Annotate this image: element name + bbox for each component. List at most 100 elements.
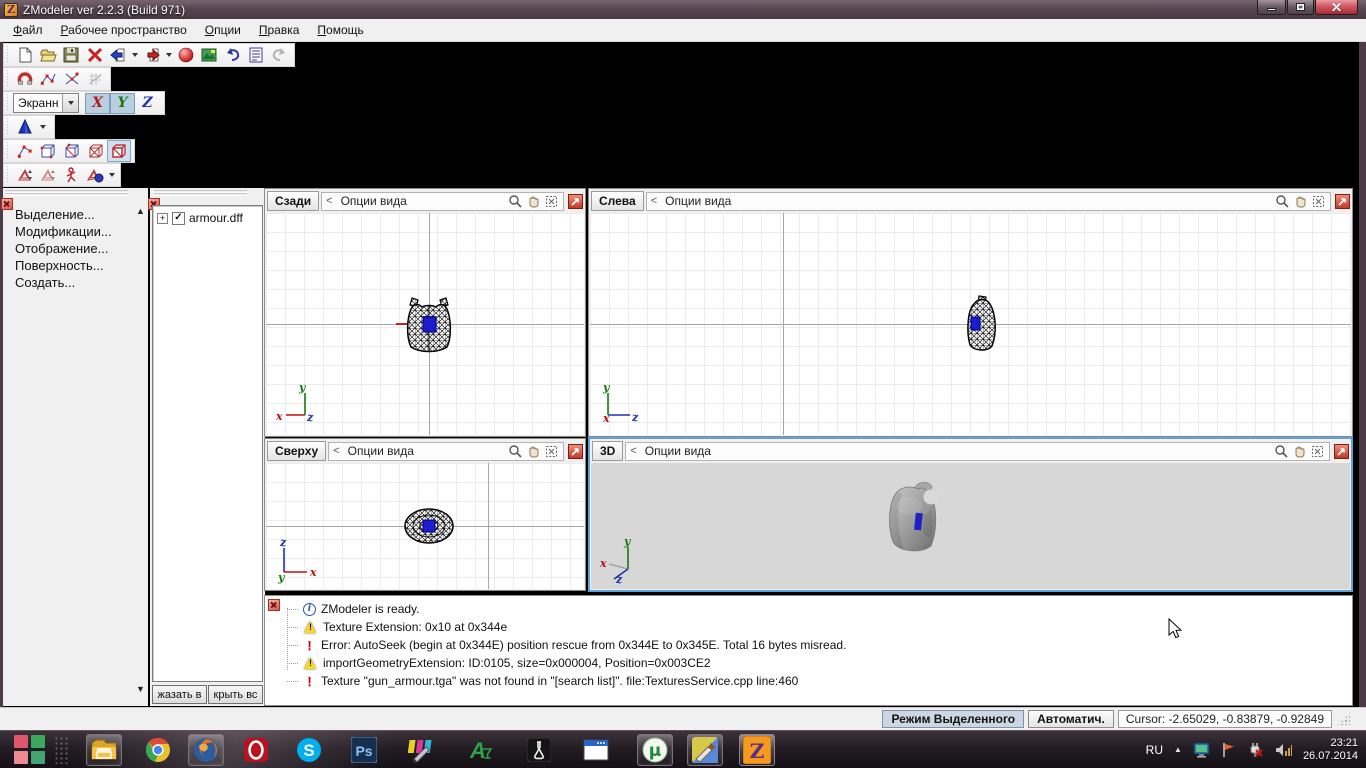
axis-y-button[interactable]: Y: [110, 92, 135, 114]
show-all-button[interactable]: жазать в: [152, 685, 207, 704]
viewport-top-label-button[interactable]: Сверху: [267, 441, 327, 461]
level-object-button[interactable]: [107, 140, 132, 162]
log-row[interactable]: ! Texture "gun_armour.tga" was not found…: [287, 672, 1348, 690]
pan-hand-icon[interactable]: [526, 194, 541, 209]
sidebar-item-create[interactable]: Создать...: [15, 274, 112, 291]
power-plug-icon[interactable]: [1247, 742, 1264, 758]
viewport-left-options-bar[interactable]: < Опции вида: [645, 191, 1331, 211]
taskbar-item-photofiltre[interactable]: [403, 734, 439, 766]
menu-file[interactable]: Файл: [4, 20, 52, 40]
save-button[interactable]: [60, 44, 83, 66]
export-button[interactable]: [140, 44, 163, 66]
taskbar-item-aimp[interactable]: A: [462, 734, 498, 766]
panel-grip[interactable]: [5, 193, 128, 196]
viewport-3d[interactable]: 3D < Опции вида y x z: [588, 437, 1353, 592]
viewport-maximize-button[interactable]: [568, 193, 583, 209]
skeleton-mode-button[interactable]: [60, 164, 83, 186]
select-decrease-button[interactable]: [36, 164, 59, 186]
action-center-flag-icon[interactable]: [1222, 742, 1236, 758]
sidebar-item-surface[interactable]: Поверхность...: [15, 257, 112, 274]
tray-clock[interactable]: 23:21 26.07.2014: [1303, 737, 1358, 763]
toolbar-grip[interactable]: [6, 46, 10, 64]
view-options-label[interactable]: Опции вида: [665, 194, 731, 208]
toolbar-grip[interactable]: [6, 70, 10, 88]
collapse-icon[interactable]: <: [333, 445, 339, 457]
zoom-icon[interactable]: [1275, 194, 1290, 209]
taskbar-item-zmodeler[interactable]: Z: [739, 733, 775, 766]
taskbar-item-explorer[interactable]: [86, 733, 122, 766]
tree-expander-icon[interactable]: +: [157, 212, 168, 224]
import-dropdown[interactable]: [130, 44, 141, 66]
language-indicator[interactable]: RU: [1146, 743, 1163, 757]
zoom-icon[interactable]: [1274, 444, 1289, 459]
level-polygons-button[interactable]: [60, 140, 84, 162]
edges-intersect-button[interactable]: [60, 68, 84, 90]
start-button[interactable]: [14, 734, 46, 765]
viewport-3d-options-bar[interactable]: < Опции вида: [625, 441, 1330, 461]
viewport-maximize-button[interactable]: [1335, 193, 1350, 209]
taskbar-item-skype[interactable]: S: [291, 734, 327, 766]
taskbar-item-photoshop[interactable]: Ps: [346, 734, 382, 766]
viewport-maximize-button[interactable]: [568, 443, 583, 459]
viewport-top-options-bar[interactable]: < Опции вида: [328, 441, 564, 461]
toolbar-grip[interactable]: [6, 94, 10, 112]
menu-edit[interactable]: Правка: [250, 20, 309, 40]
log-row[interactable]: ! Error: AutoSeek (begin at 0x344E) posi…: [287, 636, 1348, 654]
selection-mode-button[interactable]: Режим Выделенного: [882, 710, 1025, 728]
view-options-label[interactable]: Опции вида: [645, 444, 711, 458]
axis-z-button[interactable]: Z: [135, 93, 160, 114]
view-options-label[interactable]: Опции вида: [348, 444, 414, 458]
create-primitive-dropdown[interactable]: [37, 116, 48, 138]
toolbar-grip[interactable]: [6, 142, 10, 160]
bind-pose-button[interactable]: [83, 164, 106, 186]
collapse-icon[interactable]: <: [326, 195, 332, 207]
import-button[interactable]: [106, 44, 129, 66]
viewport-left-canvas[interactable]: y x z: [590, 213, 1351, 435]
fit-view-icon[interactable]: [1311, 194, 1326, 209]
undo-button[interactable]: [221, 44, 244, 66]
log-row[interactable]: i ZModeler is ready.: [287, 600, 1348, 618]
open-file-button[interactable]: [36, 44, 59, 66]
taskbar-item-txd-workshop[interactable]: [687, 733, 723, 766]
scroll-up-icon[interactable]: ▲: [134, 204, 147, 217]
toolbar-grip[interactable]: [6, 166, 10, 184]
viewport-3d-canvas[interactable]: y x z: [591, 463, 1350, 589]
space-combobox[interactable]: Экранн: [13, 93, 79, 113]
menu-options[interactable]: Опции: [196, 20, 250, 40]
selection-dropdown[interactable]: [106, 164, 117, 186]
pan-hand-icon[interactable]: [1293, 194, 1308, 209]
viewport-left[interactable]: Слева < Опции вида y x z: [588, 188, 1353, 437]
log-close-button[interactable]: [268, 599, 280, 611]
pan-hand-icon[interactable]: [1292, 444, 1307, 459]
pan-hand-icon[interactable]: [526, 444, 541, 459]
level-edges-button[interactable]: [37, 140, 61, 162]
material-editor-button[interactable]: [174, 44, 197, 66]
level-vertices-button[interactable]: [13, 140, 37, 162]
tree-checkbox[interactable]: ✓: [172, 211, 185, 225]
vertex-weld-button[interactable]: [36, 68, 60, 90]
axis-x-button[interactable]: X: [85, 92, 110, 114]
grid-snap-button[interactable]: [83, 68, 107, 90]
menu-help[interactable]: Помощь: [308, 20, 372, 40]
tree-row-armour[interactable]: + ✓ armour.dff: [153, 206, 262, 225]
zoom-icon[interactable]: [508, 444, 523, 459]
sidebar-item-selection[interactable]: Выделение...: [15, 206, 112, 223]
fit-view-icon[interactable]: [1310, 444, 1325, 459]
level-mesh-button[interactable]: [84, 140, 108, 162]
taskbar-item-utorrent[interactable]: µ: [637, 733, 673, 766]
scroll-down-icon[interactable]: ▼: [134, 682, 147, 695]
taskbar-item-window-app[interactable]: [578, 734, 614, 766]
fit-view-icon[interactable]: [544, 444, 559, 459]
viewport-back[interactable]: Сзади < Опции вида y x z: [264, 188, 586, 437]
command-panel-close-button[interactable]: [1, 198, 13, 210]
taskbar-item-opera[interactable]: [238, 734, 274, 766]
taskbar-item-chrome[interactable]: [140, 734, 176, 766]
log-row[interactable]: ! Texture Extension: 0x10 at 0x344e: [287, 618, 1348, 636]
create-primitive-button[interactable]: [13, 116, 37, 138]
tree-item-label[interactable]: armour.dff: [189, 211, 243, 225]
view-options-label[interactable]: Опции вида: [341, 194, 407, 208]
panel-grip[interactable]: [154, 193, 247, 196]
resize-grip[interactable]: [1338, 713, 1350, 725]
hidden-icons-arrow[interactable]: ▲: [1174, 745, 1182, 754]
log-window-button[interactable]: [244, 44, 267, 66]
